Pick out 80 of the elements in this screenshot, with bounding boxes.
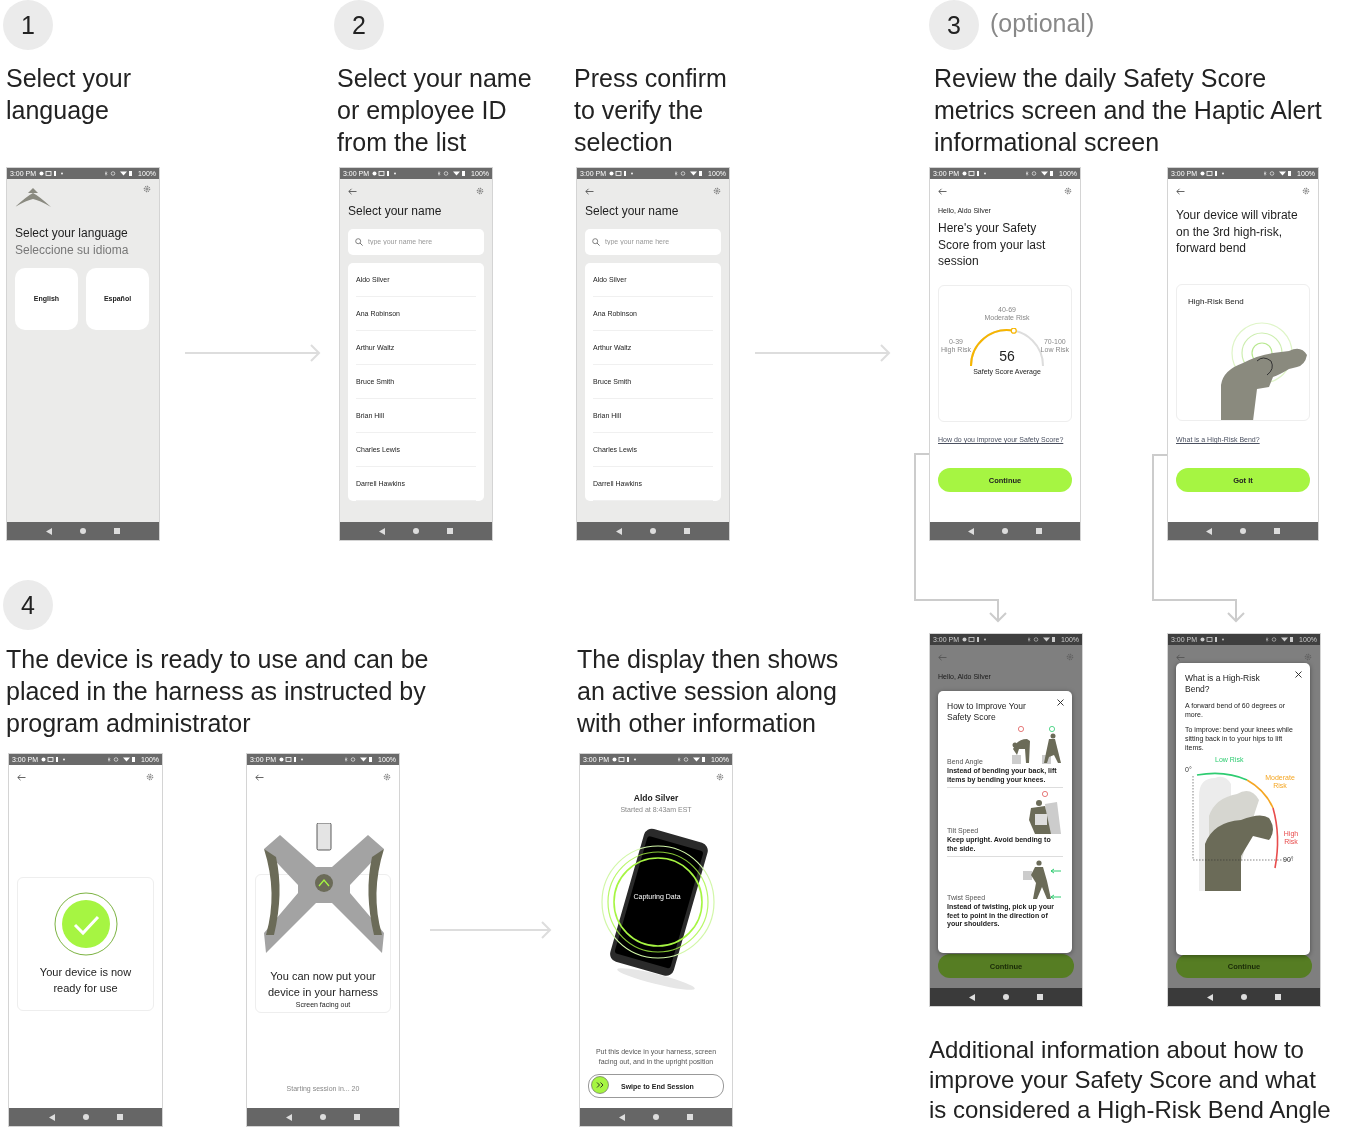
notification-icon <box>279 757 306 762</box>
back-arrow-icon[interactable] <box>348 187 357 195</box>
back-arrow-icon[interactable] <box>938 187 947 195</box>
lifting-posture-drawing <box>1009 725 1063 765</box>
screen-heading: Here's your Safety Score from your last session <box>938 220 1047 270</box>
back-nav-icon[interactable] <box>968 527 974 535</box>
home-nav-icon[interactable] <box>320 1114 326 1120</box>
settings-icon[interactable] <box>716 773 724 781</box>
home-nav-icon[interactable] <box>1241 994 1247 1000</box>
notification-icon <box>612 757 639 762</box>
step-number: 1 <box>3 0 53 50</box>
back-nav-icon[interactable] <box>48 1113 55 1121</box>
step-caption: The device is ready to use and can be placed in the harness as instructed by program administrator <box>6 644 429 739</box>
home-nav-icon[interactable] <box>413 528 419 534</box>
back-nav-icon[interactable] <box>1207 993 1213 1001</box>
step-caption: Select your name or employee ID from the list <box>337 63 532 158</box>
home-nav-icon[interactable] <box>653 1114 659 1120</box>
back-nav-icon[interactable] <box>616 527 622 535</box>
settings-icon[interactable] <box>143 185 151 193</box>
notification-icon <box>609 171 636 176</box>
notification-icon <box>962 171 989 176</box>
notification-icon <box>372 171 399 176</box>
notification-icon <box>1200 171 1227 176</box>
search-icon <box>592 237 600 246</box>
step-caption: Additional information about how to improve your Safety Score and what is considered a High-Risk Bend Angle <box>929 1035 1331 1125</box>
notification-icon <box>962 637 989 642</box>
slider-thumb[interactable] <box>591 1076 609 1094</box>
step-caption: Press confirm to verify the selection <box>574 63 727 158</box>
back-nav-icon[interactable] <box>1206 527 1212 535</box>
back-arrow-icon[interactable] <box>585 187 594 195</box>
step-caption: Review the daily Safety Score metrics screen and the Haptic Alert informational screen <box>934 63 1322 158</box>
step-caption: Select your language <box>6 63 132 126</box>
home-nav-icon[interactable] <box>1003 994 1009 1000</box>
screen-title: Select your name <box>585 203 680 220</box>
close-icon[interactable] <box>1057 699 1064 706</box>
back-nav-icon[interactable] <box>969 993 975 1001</box>
tilting-person-drawing <box>1027 790 1063 834</box>
back-arrow-icon[interactable] <box>17 773 26 781</box>
settings-icon[interactable] <box>1064 187 1072 195</box>
notification-icon <box>39 171 66 176</box>
back-arrow-icon[interactable] <box>255 773 264 781</box>
dialog-title: How to Improve Your Safety Score <box>947 701 1027 723</box>
screen-title: Select your name <box>348 203 443 220</box>
checkmark-icon <box>53 892 118 956</box>
notification-icon <box>41 757 68 762</box>
twisting-person-drawing <box>1021 859 1063 901</box>
harness-message: You can now put your device in your harness <box>266 969 380 1000</box>
step-number: 4 <box>3 580 53 630</box>
recents-nav-icon[interactable] <box>116 1114 123 1120</box>
score-value: 56 <box>998 347 1016 364</box>
search-icon <box>355 237 363 246</box>
step-note: (optional) <box>990 9 1095 38</box>
back-nav-icon[interactable] <box>46 527 52 535</box>
card-title: High-Risk Bend <box>1188 296 1244 306</box>
screen-title: Select your language <box>15 225 129 242</box>
screen-heading: Your device will vibrate on the 3rd high-risk, forward bend <box>1176 207 1299 257</box>
home-nav-icon[interactable] <box>650 528 656 534</box>
settings-icon[interactable] <box>383 773 391 781</box>
back-nav-icon[interactable] <box>286 1113 292 1121</box>
settings-icon[interactable] <box>476 187 484 195</box>
home-nav-icon[interactable] <box>82 1114 89 1120</box>
close-icon[interactable] <box>1295 671 1302 678</box>
logo-icon <box>15 185 51 209</box>
step-number: 3 <box>929 0 979 50</box>
user-name: Aldo Silver <box>632 793 680 803</box>
home-nav-icon[interactable] <box>1002 528 1008 534</box>
settings-icon[interactable] <box>146 773 154 781</box>
back-arrow-icon[interactable] <box>1176 187 1185 195</box>
settings-icon[interactable] <box>713 187 721 195</box>
ready-message: Your device is now ready for use <box>38 965 133 996</box>
home-nav-icon[interactable] <box>80 528 86 534</box>
dialog-title: What is a High-Risk Bend? <box>1185 673 1261 695</box>
back-nav-icon[interactable] <box>379 527 385 535</box>
settings-icon[interactable] <box>1302 187 1310 195</box>
step-caption: The display then shows an active session along with other information <box>577 644 839 739</box>
screen-subtitle: Seleccione su idioma <box>15 241 130 258</box>
back-nav-icon[interactable] <box>619 1113 625 1121</box>
step-number: 2 <box>334 0 384 50</box>
notification-icon <box>1200 637 1227 642</box>
home-nav-icon[interactable] <box>1240 528 1246 534</box>
